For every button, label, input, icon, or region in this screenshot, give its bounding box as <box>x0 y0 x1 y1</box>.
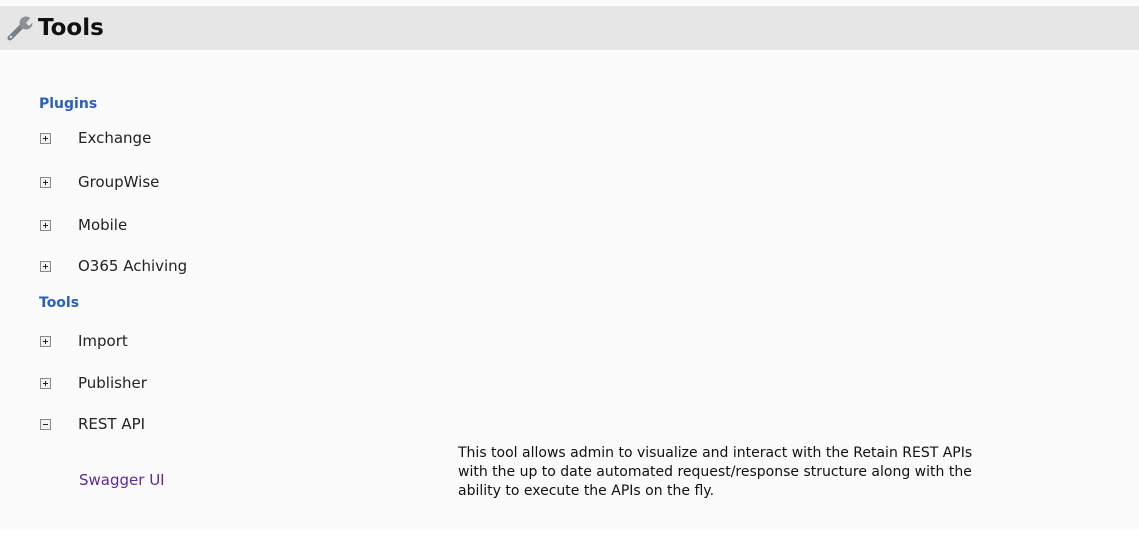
tree-item-groupwise[interactable]: GroupWise <box>40 172 340 192</box>
tree-item-label: REST API <box>78 415 146 433</box>
tree-item-mobile[interactable]: Mobile <box>40 215 340 235</box>
tree-item-label: Mobile <box>78 216 128 234</box>
section-heading-tools: Tools <box>39 295 80 311</box>
tree-item-label: Exchange <box>78 129 152 147</box>
expand-icon[interactable] <box>40 220 51 231</box>
tree-item-label: GroupWise <box>78 173 160 191</box>
tree-item-publisher[interactable]: Publisher <box>40 373 340 393</box>
swagger-ui-link[interactable]: Swagger UI <box>79 470 165 490</box>
rest-api-description: This tool allows admin to visualize and … <box>458 445 973 499</box>
page-header: Tools <box>0 6 1139 50</box>
tools-page: Tools Plugins Exchange GroupWise Mobile … <box>0 0 1139 529</box>
tree-item-label: Import <box>78 332 128 350</box>
tree-item-exchange[interactable]: Exchange <box>40 128 340 148</box>
expand-icon[interactable] <box>40 336 51 347</box>
tree-item-o365-achiving[interactable]: O365 Achiving <box>40 256 340 276</box>
tree-item-label: O365 Achiving <box>78 257 188 275</box>
expand-icon[interactable] <box>40 378 51 389</box>
section-heading-plugins: Plugins <box>39 96 98 112</box>
expand-icon[interactable] <box>40 133 51 144</box>
expand-icon[interactable] <box>40 177 51 188</box>
page-title: Tools <box>38 15 104 41</box>
tree-item-label: Publisher <box>78 374 147 392</box>
tree-item-import[interactable]: Import <box>40 331 340 351</box>
tree-item-rest-api[interactable]: REST API <box>40 414 340 434</box>
collapse-icon[interactable] <box>40 419 51 430</box>
expand-icon[interactable] <box>40 261 51 272</box>
wrench-icon <box>7 16 35 41</box>
